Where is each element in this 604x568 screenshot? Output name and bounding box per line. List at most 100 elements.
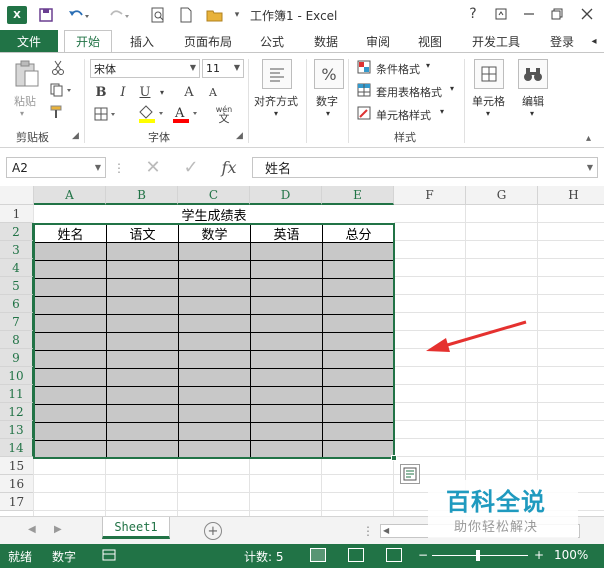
chevron-down-icon[interactable]: ▾ (426, 61, 430, 70)
header-cell-a[interactable]: 姓名 (35, 225, 106, 243)
fill-handle[interactable] (391, 455, 397, 461)
conditional-format-icon[interactable] (356, 59, 372, 75)
new-document-icon[interactable] (176, 5, 196, 25)
header-cell-c[interactable]: 数学 (179, 225, 250, 243)
paste-icon[interactable] (12, 59, 42, 89)
sign-in-link[interactable]: 登录 (540, 30, 584, 52)
alignment-dropdown-icon[interactable]: ▾ (274, 109, 278, 118)
phonetic-guide-icon[interactable]: wén 文 (212, 103, 236, 125)
tab-home[interactable]: 开始 (64, 30, 112, 52)
tab-file[interactable]: 文件 (0, 30, 58, 52)
row-header-8[interactable]: 8 (0, 331, 34, 349)
customize-toolbar-icon[interactable]: ▾ (230, 5, 244, 25)
cells-label[interactable]: 单元格 (472, 93, 505, 109)
ribbon-display-options-icon[interactable] (490, 4, 512, 24)
zoom-out-button[interactable]: − (418, 548, 428, 562)
number-label[interactable]: 数字 (316, 93, 338, 109)
undo-icon[interactable] (66, 5, 92, 25)
paste-label[interactable]: 粘贴 (14, 93, 36, 109)
tab-data[interactable]: 数据 (302, 30, 350, 52)
add-sheet-button[interactable]: + (204, 522, 222, 540)
cancel-icon[interactable]: ✕ (138, 157, 168, 178)
row-header-1[interactable]: 1 (0, 205, 34, 223)
number-dropdown-icon[interactable]: ▾ (326, 109, 330, 118)
shrink-font-button[interactable]: A (204, 83, 222, 101)
page-layout-view-icon[interactable] (348, 548, 364, 562)
row-header-14[interactable]: 14 (0, 439, 34, 457)
help-icon[interactable]: ? (462, 4, 484, 24)
minimize-icon[interactable] (518, 4, 540, 24)
tab-formulas[interactable]: 公式 (248, 30, 296, 52)
row-header-9[interactable]: 9 (0, 349, 34, 367)
zoom-in-button[interactable]: + (534, 548, 544, 562)
font-launcher-icon[interactable]: ◢ (236, 131, 243, 141)
chevron-down-icon[interactable]: ▾ (440, 107, 444, 116)
binoculars-icon[interactable] (518, 59, 548, 89)
header-cell-b[interactable]: 语文 (107, 225, 178, 243)
column-header-h[interactable]: H (538, 186, 604, 205)
column-header-d[interactable]: D (250, 186, 322, 205)
tab-insert[interactable]: 插入 (118, 30, 166, 52)
enter-icon[interactable]: ✓ (176, 157, 206, 178)
restore-icon[interactable] (546, 4, 568, 24)
row-header-2[interactable]: 2 (0, 223, 34, 241)
column-header-b[interactable]: B (106, 186, 178, 205)
editing-label[interactable]: 编辑 (522, 93, 544, 109)
column-header-f[interactable]: F (394, 186, 466, 205)
conditional-format-button[interactable]: 条件格式 (376, 61, 420, 77)
collapse-ribbon-icon[interactable]: ◂ (586, 30, 602, 52)
expand-formula-bar-icon[interactable]: ▼ (587, 163, 593, 172)
fill-color-icon[interactable] (136, 103, 166, 125)
open-folder-icon[interactable] (204, 5, 226, 25)
cell-styles-button[interactable]: 单元格样式 (376, 107, 431, 123)
row-header-17[interactable]: 17 (0, 493, 34, 511)
zoom-slider-thumb[interactable] (476, 550, 480, 561)
row-header-13[interactable]: 13 (0, 421, 34, 439)
row-header-15[interactable]: 15 (0, 457, 34, 475)
editing-dropdown-icon[interactable]: ▾ (530, 109, 534, 118)
cut-icon[interactable] (48, 59, 68, 77)
row-header-7[interactable]: 7 (0, 313, 34, 331)
alignment-icon[interactable] (262, 59, 292, 89)
cell-styles-icon[interactable] (356, 105, 372, 121)
row-header-10[interactable]: 10 (0, 367, 34, 385)
quick-analysis-icon[interactable] (400, 464, 420, 484)
column-header-g[interactable]: G (466, 186, 538, 205)
underline-button[interactable]: U (136, 83, 154, 101)
clipboard-launcher-icon[interactable]: ◢ (72, 131, 79, 141)
normal-view-icon[interactable] (310, 548, 326, 562)
row-header-12[interactable]: 12 (0, 403, 34, 421)
sheet-next-icon[interactable]: ▶ (54, 524, 62, 535)
percent-icon[interactable]: % (314, 59, 344, 89)
paste-dropdown-icon[interactable]: ▾ (20, 109, 24, 118)
header-cell-d[interactable]: 英语 (251, 225, 322, 243)
italic-button[interactable]: I (114, 83, 132, 101)
title-cell[interactable]: 学生成绩表 (34, 205, 394, 224)
cells-dropdown-icon[interactable]: ▾ (486, 109, 490, 118)
tab-review[interactable]: 审阅 (354, 30, 402, 52)
format-as-table-icon[interactable] (356, 82, 372, 98)
format-as-table-button[interactable]: 套用表格格式 (376, 84, 442, 100)
tab-view[interactable]: 视图 (406, 30, 454, 52)
page-break-view-icon[interactable] (386, 548, 402, 562)
print-preview-icon[interactable] (148, 5, 168, 25)
column-header-a[interactable]: A (34, 186, 106, 205)
font-color-icon[interactable]: A (170, 103, 200, 125)
zoom-level[interactable]: 100% (554, 548, 588, 562)
formula-input[interactable]: 姓名 ▼ (252, 157, 598, 178)
header-cell-e[interactable]: 总分 (323, 225, 394, 243)
save-icon[interactable] (36, 5, 56, 25)
bold-button[interactable]: B (92, 83, 110, 101)
format-painter-icon[interactable] (48, 103, 68, 121)
borders-icon[interactable] (92, 105, 120, 123)
name-box[interactable]: A2 ▼ (6, 157, 106, 178)
sheet-prev-icon[interactable]: ◀ (28, 524, 36, 535)
row-header-3[interactable]: 3 (0, 241, 34, 259)
scroll-left-icon[interactable]: ◀ (383, 526, 389, 535)
tab-page-layout[interactable]: 页面布局 (176, 30, 240, 52)
tab-split-grip-icon[interactable]: ⋮ (362, 524, 374, 538)
sheet-tab-sheet1[interactable]: Sheet1 (102, 517, 170, 539)
tab-developer[interactable]: 开发工具 (464, 30, 528, 52)
column-header-c[interactable]: C (178, 186, 250, 205)
alignment-label[interactable]: 对齐方式 (254, 93, 298, 109)
